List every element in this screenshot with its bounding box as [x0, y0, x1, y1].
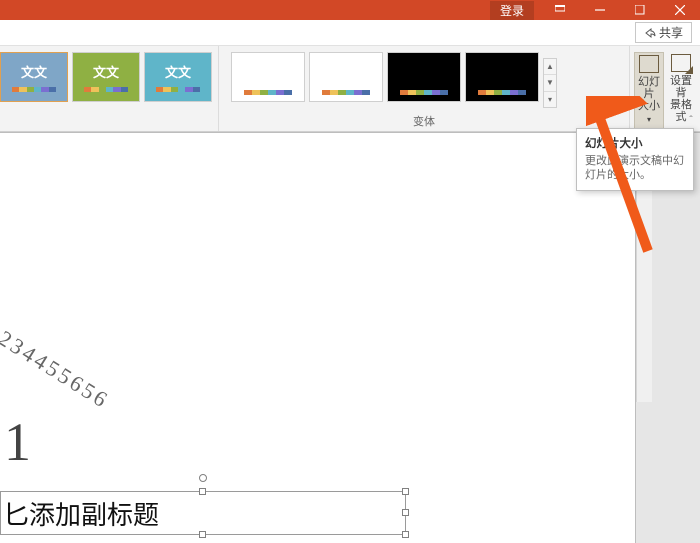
gallery-expand[interactable]: ▾: [544, 92, 556, 107]
slide-size-label: 幻灯片 大小 ▾: [637, 76, 661, 126]
maximize-button[interactable]: [620, 0, 660, 20]
resize-handle[interactable]: [402, 488, 409, 495]
gallery-scroll: ▲ ▼ ▾: [543, 58, 557, 108]
color-strip-icon: [478, 90, 526, 95]
format-background-icon: [671, 54, 691, 72]
watermark-text: 1234455656: [0, 318, 114, 414]
slide-size-tooltip: 幻灯片大小 更改此演示文稿中幻灯片的大小。: [576, 128, 694, 191]
variant-text: 文文: [21, 62, 47, 81]
share-button[interactable]: 共享: [635, 22, 692, 43]
canvas-area: 1234455656 1 匕添加副标题 ▲: [0, 132, 700, 543]
subtitle-placeholder[interactable]: 匕添加副标题: [0, 491, 406, 535]
title-bar: 登录: [0, 0, 700, 20]
slide-size-icon: [639, 55, 659, 73]
color-strip-icon: [84, 87, 128, 92]
share-label: 共享: [659, 24, 683, 41]
variant-thumb-1[interactable]: 文文: [0, 52, 68, 102]
variant-text: 文文: [93, 62, 119, 81]
section-label-variants: 变体: [219, 110, 629, 131]
tooltip-desc: 更改此演示文稿中幻灯片的大小。: [585, 154, 685, 182]
theme-thumb-dark-2[interactable]: [465, 52, 539, 102]
resize-handle[interactable]: [402, 531, 409, 538]
color-strip-icon: [156, 87, 200, 92]
chevron-down-icon: ▾: [647, 115, 651, 124]
big-number: 1: [4, 411, 31, 473]
resize-handle[interactable]: [199, 531, 206, 538]
variants-section: ▲ ▼ ▾ 变体: [219, 46, 630, 131]
variant-color-gallery: 文文 文文 文文: [0, 46, 218, 104]
subtitle-text: 匕添加副标题: [1, 495, 159, 532]
share-bar: 共享: [0, 20, 700, 46]
variant-thumb-2[interactable]: 文文: [72, 52, 140, 102]
share-icon: [644, 27, 656, 39]
theme-thumb-dark-1[interactable]: [387, 52, 461, 102]
slide[interactable]: 1234455656 1 匕添加副标题: [0, 132, 636, 543]
minimize-icon: [595, 5, 605, 15]
rotate-handle[interactable]: [199, 474, 207, 482]
gallery-scroll-down[interactable]: ▼: [544, 75, 556, 91]
variant-color-section: 文文 文文 文文: [0, 46, 219, 131]
close-icon: [675, 5, 685, 15]
close-button[interactable]: [660, 0, 700, 20]
canvas-gutter: [652, 132, 700, 543]
variant-text: 文文: [165, 62, 191, 81]
gallery-scroll-up[interactable]: ▲: [544, 59, 556, 75]
slide-size-button[interactable]: 幻灯片 大小 ▾: [634, 52, 664, 129]
collapse-ribbon-button[interactable]: ˆ: [684, 115, 698, 129]
resize-handle[interactable]: [199, 488, 206, 495]
maximize-icon: [635, 5, 645, 15]
theme-gallery: ▲ ▼ ▾: [219, 46, 629, 110]
color-strip-icon: [244, 90, 292, 95]
theme-thumb-light-1[interactable]: [231, 52, 305, 102]
minimize-button[interactable]: [580, 0, 620, 20]
ribbon-options-button[interactable]: [540, 0, 580, 20]
ribbon-options-icon: [555, 5, 565, 15]
resize-handle[interactable]: [402, 509, 409, 516]
color-strip-icon: [322, 90, 370, 95]
ribbon: 文文 文文 文文: [0, 46, 700, 132]
color-strip-icon: [400, 90, 448, 95]
signin-button[interactable]: 登录: [490, 1, 534, 20]
tooltip-title: 幻灯片大小: [585, 135, 685, 151]
variant-thumb-3[interactable]: 文文: [144, 52, 212, 102]
color-strip-icon: [12, 87, 56, 92]
theme-thumb-light-2[interactable]: [309, 52, 383, 102]
